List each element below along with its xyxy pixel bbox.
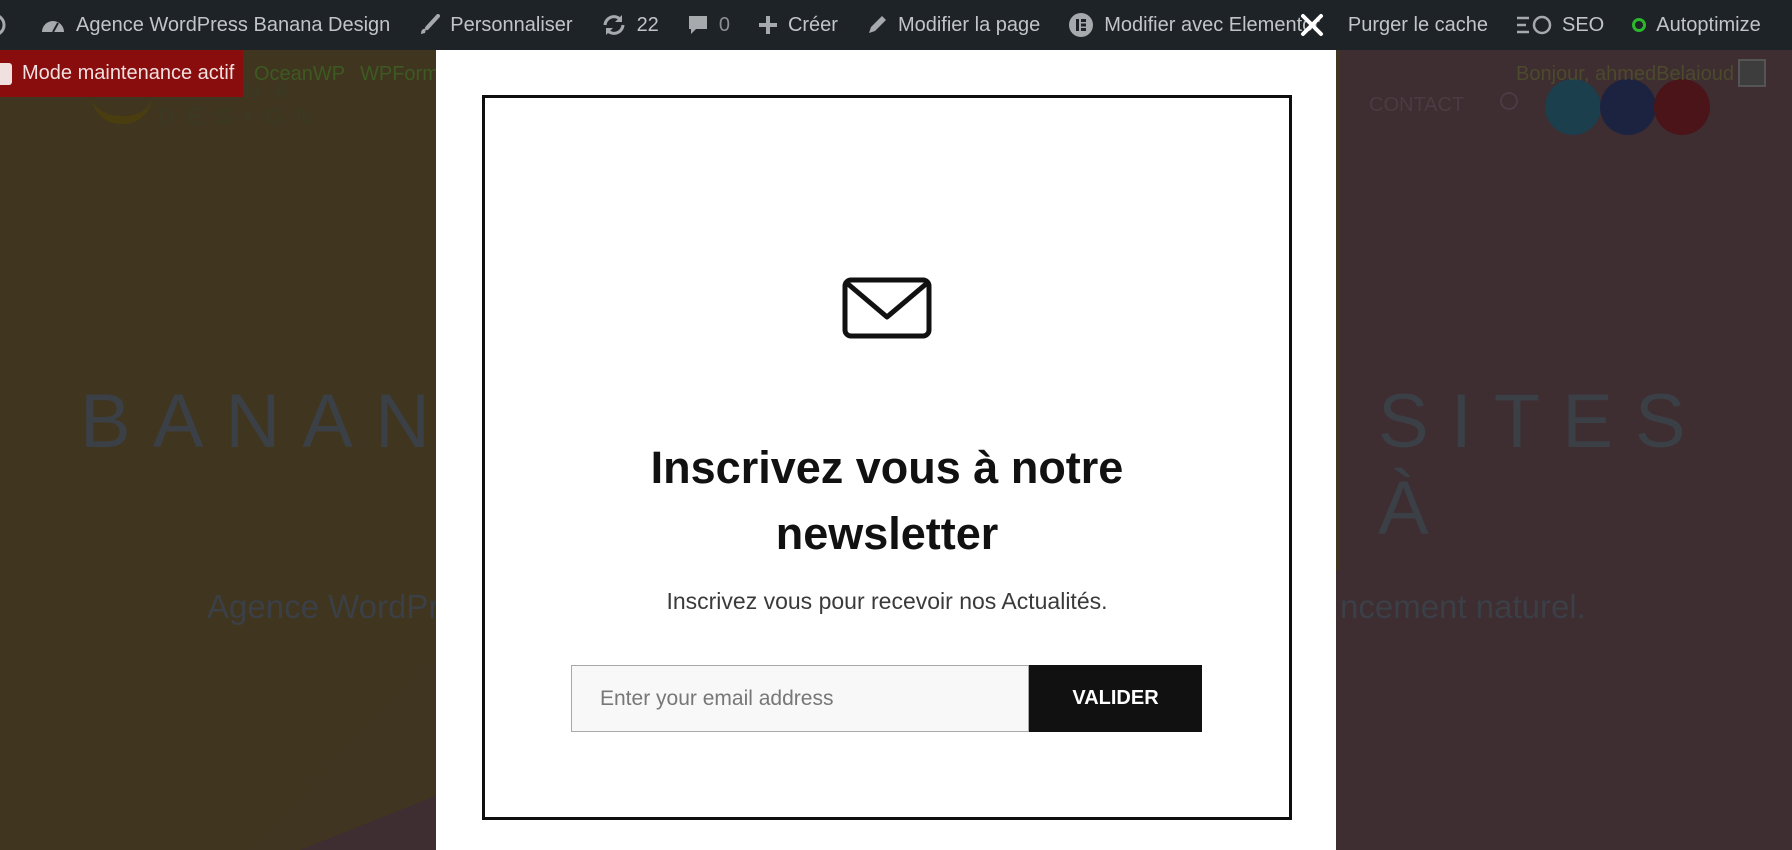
autoptimize-menu[interactable]: Autoptimize [1618,0,1775,50]
maintenance-badge[interactable]: Mode maintenance actif [0,50,243,97]
comments-link[interactable]: 0 [673,0,744,50]
site-name-menu[interactable]: Agence WordPress Banana Design [26,0,404,50]
popup-headline: Inscrivez vous à notre newsletter [650,442,1124,559]
pencil-icon [868,16,886,33]
purge-cache-label: Purger le cache [1347,13,1488,36]
updates-icon [603,15,625,35]
twitter-icon[interactable] [1545,79,1601,135]
oceanwp-link[interactable]: OceanWP [254,63,345,86]
envelope-icon [842,277,932,339]
new-content-menu[interactable]: Créer [744,0,852,50]
edit-page-link[interactable]: Modifier la page [852,0,1054,50]
customize-label: Personnaliser [450,13,573,36]
elementor-icon [1069,13,1094,37]
popup-subtext: Inscrivez vous pour recevoir nos Actuali… [666,588,1108,614]
dashboard-icon [42,21,64,33]
comment-icon [688,16,707,34]
email-input[interactable] [571,665,1029,732]
site-name: Agence WordPress Banana Design [76,13,391,36]
user-avatar[interactable] [1738,59,1766,87]
elementor-link[interactable]: Modifier avec Elementor [1054,0,1334,50]
maintenance-label: Mode maintenance actif [22,62,235,84]
facebook-icon[interactable] [1600,79,1656,135]
hero-subtitle-right: ncement naturel. [1340,588,1586,625]
nav-contact[interactable]: CONTACT [1369,94,1464,117]
lock-icon [0,62,12,85]
plus-icon [758,16,777,34]
updates-link[interactable]: 22 [587,0,673,50]
wp-logo-menu[interactable] [0,0,26,50]
hero-subtitle-left: Agence WordPr [207,588,440,625]
wp-admin-bar: Agence WordPress Banana Design Personnal… [0,0,1792,50]
edit-page-label: Modifier la page [897,13,1041,36]
newsletter-form: VALIDER [571,665,1202,732]
envelope-icon-wrap [485,277,1289,339]
search-icon[interactable] [1500,92,1518,110]
seo-menu[interactable]: SEO [1502,0,1618,50]
newsletter-popup: Inscrivez vous à notre newsletter Inscri… [436,50,1336,850]
logo-text-bottom: DESIGN [158,104,327,129]
seo-label: SEO [1562,13,1605,36]
hero-title-right: SITES À [1378,379,1708,551]
customize-link[interactable]: Personnaliser [404,0,586,50]
updates-count: 22 [636,13,659,36]
elementor-label: Modifier avec Elementor [1104,13,1320,36]
autoptimize-label: Autoptimize [1656,13,1761,36]
user-greeting[interactable]: Bonjour, ahmedBelaioud [1516,63,1734,86]
seo-icon [1517,15,1552,35]
brush-icon [421,14,441,34]
close-icon[interactable] [1297,10,1327,40]
purge-cache-link[interactable]: Purger le cache [1334,0,1502,50]
comments-count: 0 [718,13,730,36]
status-dot-icon [1632,18,1647,32]
new-label: Créer [787,13,838,36]
popup-frame: Inscrivez vous à notre newsletter Inscri… [482,95,1292,820]
youtube-icon[interactable] [1654,79,1710,135]
wordpress-icon [0,15,6,35]
submit-button[interactable]: VALIDER [1029,665,1202,732]
